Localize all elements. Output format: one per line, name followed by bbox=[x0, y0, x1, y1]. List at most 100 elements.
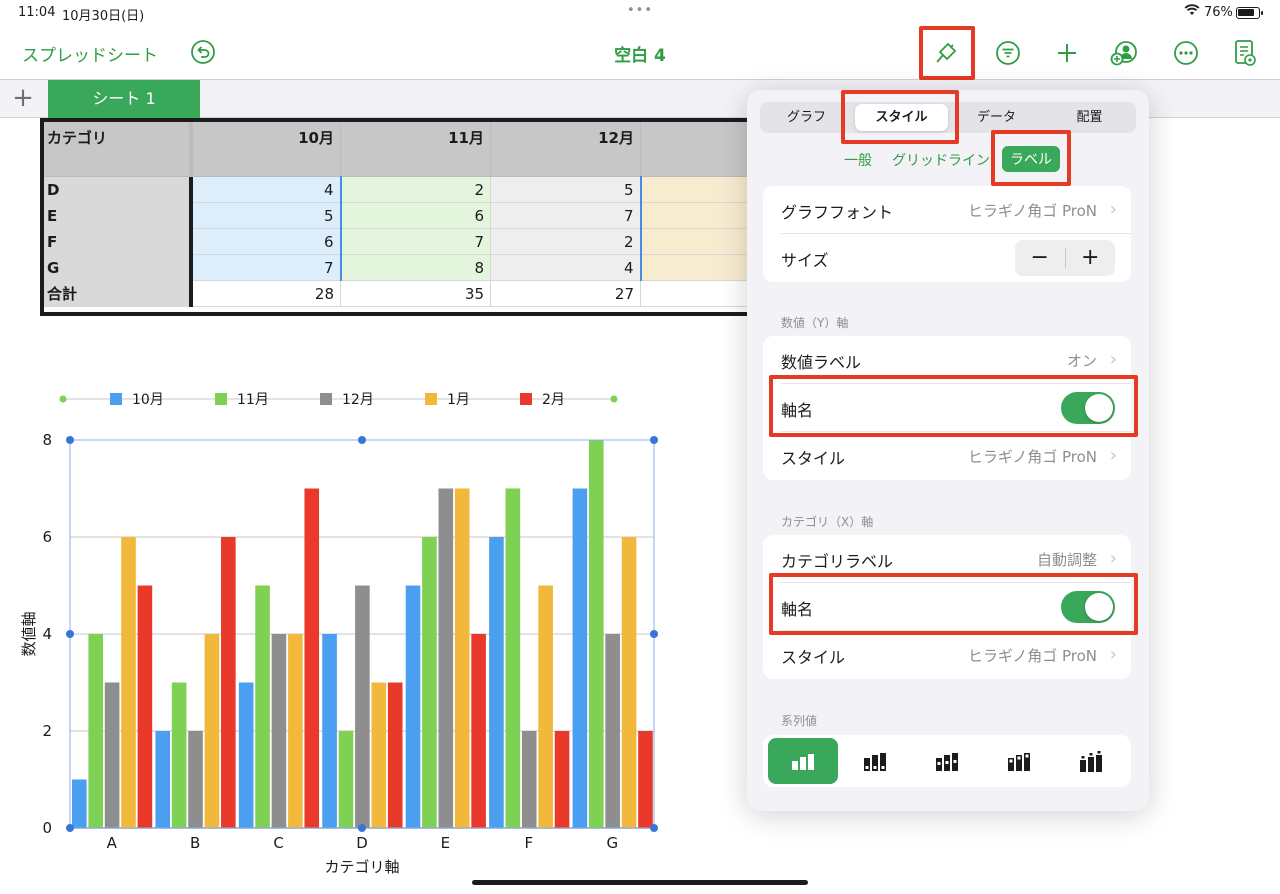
chart-font-row[interactable]: グラフフォント ヒラギノ角ゴ ProN › bbox=[781, 186, 1131, 234]
legend-handle bbox=[59, 395, 67, 403]
table-cell[interactable]: 2 bbox=[490, 228, 642, 255]
battery-icon bbox=[1236, 7, 1263, 19]
legend-label: 11月 bbox=[237, 392, 269, 408]
collaborate-icon[interactable] bbox=[1109, 38, 1139, 68]
header-cell[interactable]: 11月 bbox=[340, 118, 491, 177]
table-cell[interactable]: 4 bbox=[189, 176, 342, 203]
subtab-labels[interactable]: ラベル bbox=[1002, 146, 1060, 172]
table-cell[interactable]: F bbox=[40, 228, 193, 255]
table-cell[interactable]: 27 bbox=[490, 280, 641, 307]
header-cell[interactable] bbox=[640, 118, 751, 177]
resize-handle bbox=[650, 824, 658, 832]
wifi-icon bbox=[1184, 3, 1200, 21]
header-cell[interactable]: 12月 bbox=[490, 118, 641, 177]
tab-arrange[interactable]: 配置 bbox=[1043, 102, 1136, 133]
filter-icon[interactable] bbox=[993, 38, 1023, 68]
chart-bar bbox=[171, 682, 187, 828]
value-labels-outside-top-icon[interactable] bbox=[1056, 738, 1126, 784]
resize-handle bbox=[66, 436, 74, 444]
multitask-dots-icon[interactable]: ••• bbox=[627, 3, 653, 18]
category-axis-name-row: 軸名 bbox=[781, 583, 1131, 631]
paintbrush-icon[interactable] bbox=[931, 38, 961, 68]
table-cell[interactable]: 4 bbox=[490, 254, 642, 281]
bar-chart[interactable]: 10月 11月 12月 1月 2月 0 2 4 6 8 A B C D E F G カテゴリ軸 数値軸 bbox=[0, 380, 680, 880]
chart-bar bbox=[137, 585, 153, 828]
value-axis-style-row[interactable]: スタイル ヒラギノ角ゴ ProN › bbox=[781, 432, 1131, 480]
chart-bar bbox=[221, 537, 236, 828]
subtab-general[interactable]: 一般 bbox=[844, 150, 872, 170]
table-cell[interactable]: 7 bbox=[189, 254, 342, 281]
chevron-right-icon: › bbox=[1109, 445, 1117, 466]
table-row: F 6 7 2 bbox=[40, 228, 751, 255]
chart-bar bbox=[588, 440, 604, 828]
legend-label: 2月 bbox=[542, 392, 565, 408]
value-labels-inside-top-icon[interactable] bbox=[984, 738, 1054, 784]
legend-swatch bbox=[425, 393, 437, 405]
table-cell[interactable]: E bbox=[40, 202, 193, 229]
table-cell[interactable] bbox=[640, 254, 751, 281]
table-cell[interactable]: 2 bbox=[340, 176, 491, 203]
add-sheet-button[interactable]: + bbox=[8, 84, 38, 114]
tab-style[interactable]: スタイル bbox=[855, 104, 948, 131]
tab-data[interactable]: データ bbox=[950, 102, 1043, 133]
chart-bar bbox=[605, 634, 620, 828]
category-axis-group: カテゴリラベル 自動調整 › 軸名 スタイル ヒラギノ角ゴ ProN › bbox=[763, 535, 1131, 679]
x-tick-label: D bbox=[356, 834, 368, 852]
chart-bar bbox=[155, 731, 171, 828]
value-axis-name-toggle[interactable] bbox=[1061, 392, 1115, 424]
series-values-section-label: 系列値 bbox=[781, 714, 818, 728]
value-labels-row[interactable]: 数値ラベル オン › bbox=[781, 336, 1131, 384]
table-cell[interactable]: 6 bbox=[189, 228, 342, 255]
resize-handle bbox=[358, 436, 366, 444]
table-cell[interactable]: 7 bbox=[340, 228, 491, 255]
battery-percent: 76% bbox=[1204, 5, 1233, 20]
value-labels-center-icon[interactable] bbox=[912, 738, 982, 784]
table-cell[interactable]: 合計 bbox=[40, 280, 193, 307]
size-label: サイズ bbox=[781, 251, 829, 270]
category-axis-name-toggle[interactable] bbox=[1061, 591, 1115, 623]
table-cell[interactable]: 6 bbox=[340, 202, 491, 229]
size-stepper: − + bbox=[1015, 240, 1115, 276]
header-cell[interactable]: 10月 bbox=[190, 118, 341, 177]
home-indicator[interactable] bbox=[472, 880, 808, 885]
reader-icon[interactable] bbox=[1230, 38, 1260, 68]
table-cell[interactable] bbox=[640, 202, 751, 229]
category-axis-style-row[interactable]: スタイル ヒラギノ角ゴ ProN › bbox=[781, 631, 1131, 679]
table-row: E 5 6 7 bbox=[40, 202, 751, 229]
table-cell[interactable]: 8 bbox=[340, 254, 491, 281]
value-labels-inside-bottom-icon[interactable] bbox=[840, 738, 910, 784]
chart-bar bbox=[489, 537, 504, 828]
plus-icon[interactable] bbox=[1052, 38, 1082, 68]
value-axis-name-row: 軸名 bbox=[781, 384, 1131, 432]
resize-handle bbox=[66, 824, 74, 832]
header-cell[interactable]: カテゴリ bbox=[40, 118, 193, 177]
size-decrease-button[interactable]: − bbox=[1015, 240, 1065, 276]
x-tick-label: E bbox=[441, 834, 450, 852]
table-cell[interactable]: G bbox=[40, 254, 193, 281]
numbers-app: 11:04 10月30日(日) ••• 76% スプレッドシート 空白 4 + … bbox=[0, 0, 1280, 894]
table-cell[interactable]: 5 bbox=[490, 176, 642, 203]
resize-handle bbox=[650, 436, 658, 444]
sheet-tab-1[interactable]: シート 1 bbox=[48, 80, 200, 118]
table-cell[interactable]: 7 bbox=[490, 202, 642, 229]
chart-bar bbox=[638, 731, 653, 828]
undo-icon[interactable] bbox=[190, 39, 216, 65]
table-cell[interactable] bbox=[640, 280, 751, 307]
table-cell[interactable] bbox=[640, 228, 751, 255]
category-labels-row[interactable]: カテゴリラベル 自動調整 › bbox=[781, 535, 1131, 583]
tab-chart[interactable]: グラフ bbox=[760, 102, 853, 133]
table-cell[interactable] bbox=[640, 176, 751, 203]
x-axis-title: カテゴリ軸 bbox=[324, 858, 399, 876]
table-cell[interactable]: 28 bbox=[190, 280, 341, 307]
table-cell[interactable]: 5 bbox=[189, 202, 342, 229]
category-labels-label: カテゴリラベル bbox=[781, 552, 894, 571]
table-cell[interactable]: D bbox=[40, 176, 193, 203]
chart-bar bbox=[288, 634, 303, 828]
table-cell[interactable]: 35 bbox=[340, 280, 491, 307]
more-icon[interactable] bbox=[1171, 38, 1201, 68]
subtab-gridlines[interactable]: グリッドライン bbox=[892, 150, 990, 170]
no-value-labels-icon[interactable] bbox=[768, 738, 838, 784]
size-increase-button[interactable]: + bbox=[1066, 240, 1116, 276]
status-bar: 11:04 10月30日(日) ••• 76% bbox=[0, 0, 1280, 26]
spreadsheets-back-button[interactable]: スプレッドシート bbox=[22, 41, 158, 66]
